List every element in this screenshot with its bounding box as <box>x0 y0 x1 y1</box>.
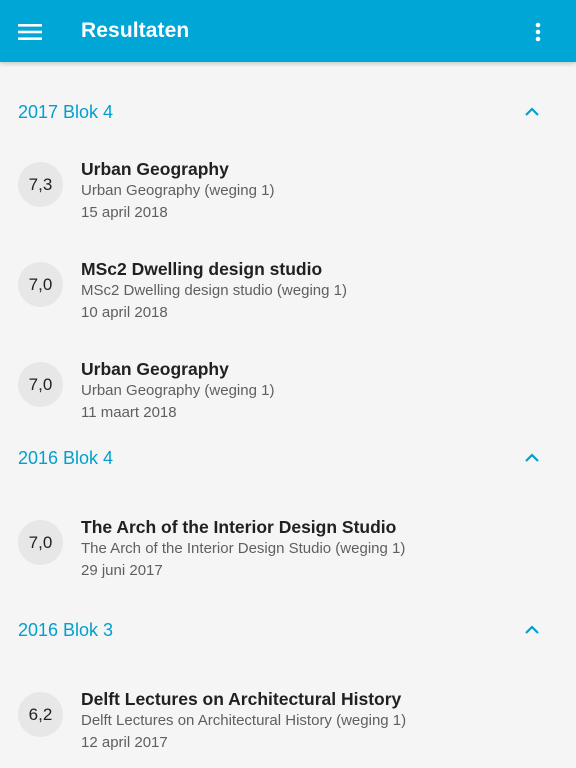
grade-badge: 7,3 <box>18 162 63 207</box>
section-header[interactable]: 2016 Blok 4 <box>0 448 576 520</box>
grade-badge: 7,0 <box>18 362 63 407</box>
course-subtitle: MSc2 Dwelling design studio (weging 1) <box>81 282 347 299</box>
course-subtitle: Delft Lectures on Architectural History … <box>81 712 407 729</box>
course-title: Delft Lectures on Architectural History <box>81 689 402 709</box>
list-item[interactable]: 7,0 The Arch of the Interior Design Stud… <box>0 517 576 620</box>
chevron-up-icon[interactable] <box>524 450 540 466</box>
course-title: MSc2 Dwelling design studio <box>81 259 323 279</box>
list-item[interactable]: 7,0 Urban Geography Urban Geography (weg… <box>0 348 576 448</box>
chevron-up-icon[interactable] <box>524 104 540 120</box>
section-title: 2016 Blok 4 <box>18 448 114 468</box>
more-vert-icon <box>535 22 541 42</box>
section-header[interactable]: 2017 Blok 4 <box>0 62 576 148</box>
section-title: 2016 Blok 3 <box>18 620 114 640</box>
chevron-up-icon[interactable] <box>524 622 540 638</box>
list-item[interactable]: 7,0 MSc2 Dwelling design studio MSc2 Dwe… <box>0 248 576 348</box>
grade-badge: 7,0 <box>18 520 63 565</box>
section-2016-blok-4: 2016 Blok 4 7,0 The Arch of the Interior… <box>0 448 576 620</box>
section-title: 2017 Blok 4 <box>18 102 114 122</box>
list-item[interactable]: 6,2 Delft Lectures on Architectural Hist… <box>0 689 576 768</box>
more-options-button[interactable] <box>518 12 558 52</box>
course-subtitle: Urban Geography (weging 1) <box>81 382 275 399</box>
result-date: 12 april 2017 <box>81 734 168 751</box>
result-date: 11 maart 2018 <box>81 404 177 421</box>
course-subtitle: The Arch of the Interior Design Studio (… <box>81 540 406 557</box>
page-title: Resultaten <box>81 19 190 42</box>
course-title: The Arch of the Interior Design Studio <box>81 517 397 537</box>
result-date: 29 juni 2017 <box>81 562 163 579</box>
section-2016-blok-3: 2016 Blok 3 6,2 Delft Lectures on Archit… <box>0 620 576 768</box>
course-title: Urban Geography <box>81 359 229 379</box>
result-date: 10 april 2018 <box>81 304 168 321</box>
app-bar: Resultaten <box>0 0 576 62</box>
section-2017-blok-4: 2017 Blok 4 7,3 Urban Geography Urban Ge… <box>0 62 576 448</box>
results-list[interactable]: 2017 Blok 4 7,3 Urban Geography Urban Ge… <box>0 62 576 768</box>
grade-badge: 6,2 <box>18 692 63 737</box>
course-subtitle: Urban Geography (weging 1) <box>81 182 275 199</box>
list-item[interactable]: 7,3 Urban Geography Urban Geography (weg… <box>0 148 576 248</box>
menu-button[interactable] <box>10 12 50 52</box>
hamburger-icon <box>18 24 42 40</box>
course-title: Urban Geography <box>81 159 229 179</box>
result-date: 15 april 2018 <box>81 204 168 221</box>
section-header[interactable]: 2016 Blok 3 <box>0 620 576 692</box>
grade-badge: 7,0 <box>18 262 63 307</box>
